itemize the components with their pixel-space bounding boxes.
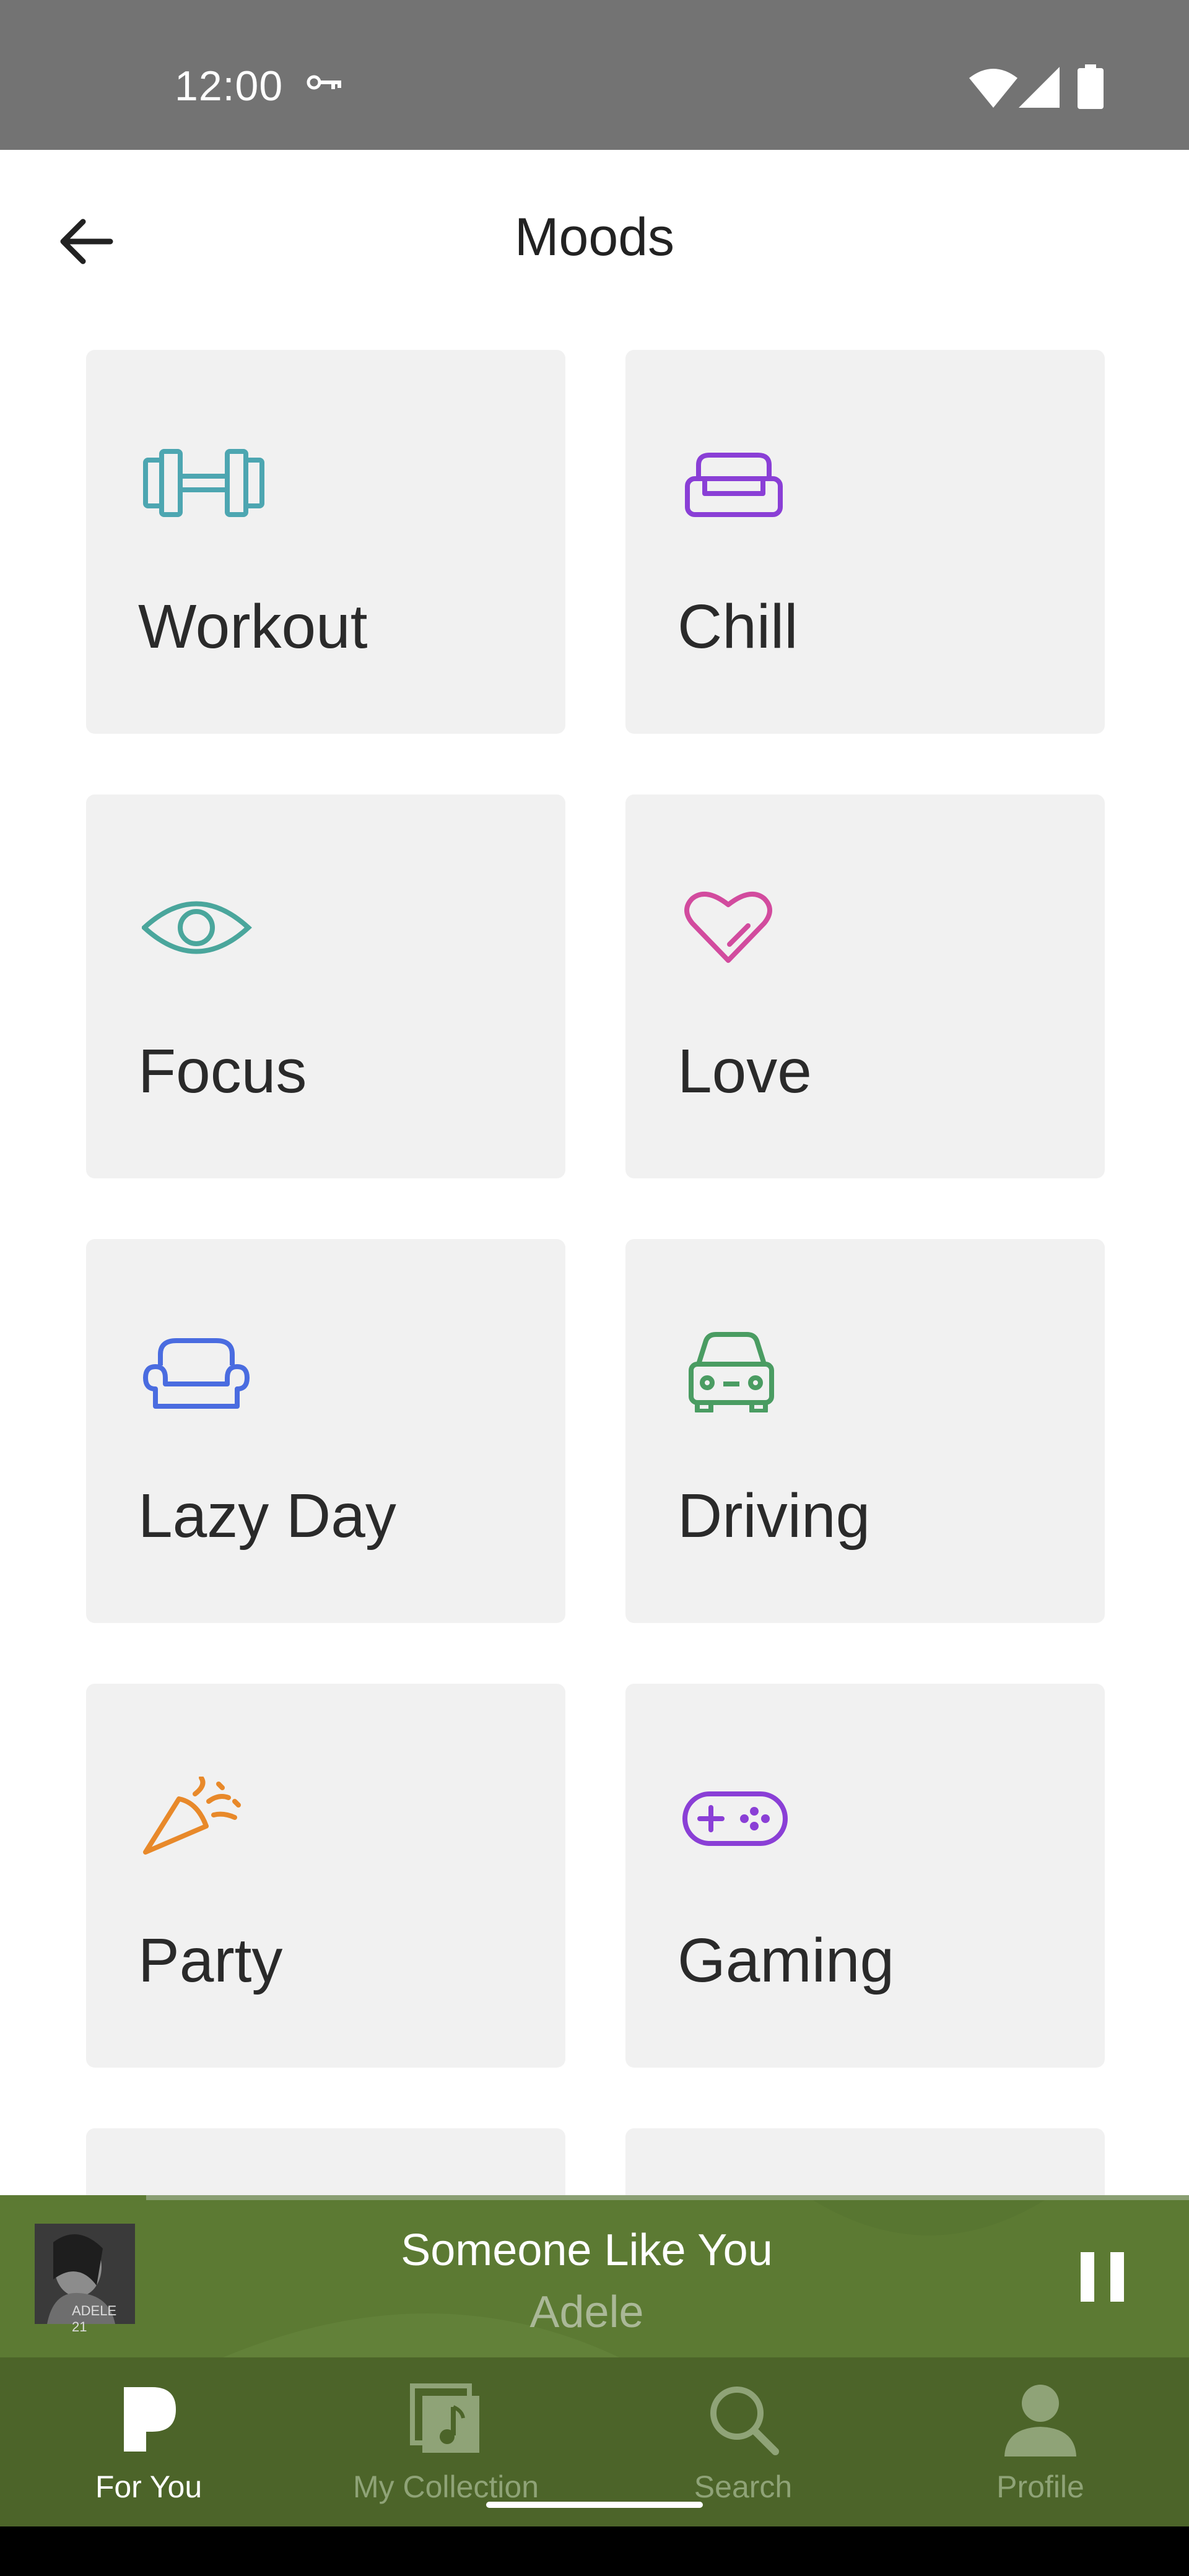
mood-tile-lazy-day[interactable]: Lazy Day: [86, 1239, 565, 1623]
eye-icon: [142, 901, 252, 954]
mood-label: Workout: [138, 592, 368, 661]
mini-player[interactable]: ADELE 21 Someone Like You Adele: [0, 2195, 1189, 2357]
now-playing-artist: Adele: [529, 2287, 644, 2337]
mood-label: Party: [138, 1926, 283, 1995]
pandora-p-icon: [124, 2387, 176, 2452]
nav-label: Profile: [996, 2469, 1084, 2504]
dumbbell-icon: [143, 449, 264, 517]
mood-tile-party[interactable]: Party: [86, 1684, 565, 2068]
mood-label: Love: [677, 1037, 812, 1106]
nav-label: My Collection: [352, 2469, 539, 2504]
now-playing-title: Someone Like You: [401, 2226, 773, 2275]
mood-label: Driving: [677, 1481, 871, 1551]
mood-tile-love[interactable]: Love: [625, 794, 1105, 1178]
gesture-handle[interactable]: [486, 2502, 703, 2508]
mood-label: Gaming: [677, 1926, 895, 1995]
mood-tile-chill[interactable]: Chill: [625, 350, 1105, 734]
car-icon: [689, 1332, 774, 1412]
playback-progress-bar[interactable]: [146, 2195, 1189, 2200]
system-gesture-area: [0, 2526, 1189, 2576]
mood-label: Chill: [677, 592, 798, 661]
mood-tile-partial[interactable]: [86, 2128, 565, 2195]
mood-tile-workout[interactable]: Workout: [86, 350, 565, 734]
sofa-icon: [143, 1338, 250, 1409]
mood-tile-driving[interactable]: Driving: [625, 1239, 1105, 1623]
mood-label: Focus: [138, 1037, 307, 1106]
status-bar: 12:00: [0, 0, 1189, 150]
nav-label: For You: [95, 2469, 203, 2504]
app-bar: Moods: [0, 150, 1189, 317]
mood-tile-partial[interactable]: [625, 2128, 1105, 2195]
collection-icon: [410, 2383, 479, 2453]
vpn-key-icon: [307, 75, 341, 90]
wifi-icon: [969, 69, 1017, 108]
mood-tile-gaming[interactable]: Gaming: [625, 1684, 1105, 2068]
party-popper-icon: [143, 1777, 241, 1855]
page-title: Moods: [514, 207, 675, 267]
profile-icon: [1004, 2385, 1076, 2456]
status-time: 12:00: [175, 63, 284, 110]
mood-label: Lazy Day: [138, 1481, 396, 1551]
signal-icon: [1019, 67, 1060, 108]
heart-icon: [684, 892, 772, 963]
mood-tile-focus[interactable]: Focus: [86, 794, 565, 1178]
nav-item-for-you[interactable]: For You: [0, 2357, 297, 2526]
nav-label: Search: [694, 2469, 793, 2504]
search-icon: [710, 2387, 779, 2455]
battery-icon: [1078, 64, 1104, 109]
nav-item-profile[interactable]: Profile: [892, 2357, 1189, 2526]
couch-icon: [685, 453, 783, 517]
pause-icon[interactable]: [1074, 2246, 1130, 2308]
gamepad-icon: [682, 1791, 788, 1846]
